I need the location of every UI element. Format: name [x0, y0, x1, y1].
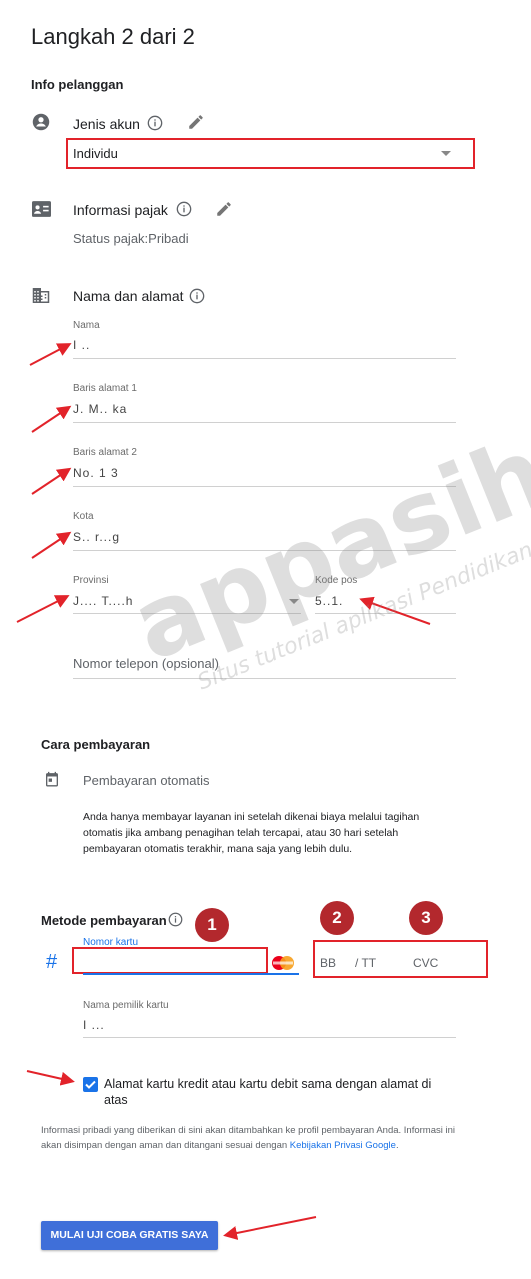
arrow-line2 [31, 467, 72, 495]
arrow-postal [359, 596, 431, 625]
arrow-province [16, 595, 70, 623]
arrow-city [31, 531, 72, 559]
arrow-name [29, 343, 72, 366]
arrow-line1 [31, 405, 72, 433]
arrow-checkbox [26, 1070, 75, 1086]
annotation-arrows [16, 343, 431, 1240]
arrow-submit [223, 1216, 317, 1240]
